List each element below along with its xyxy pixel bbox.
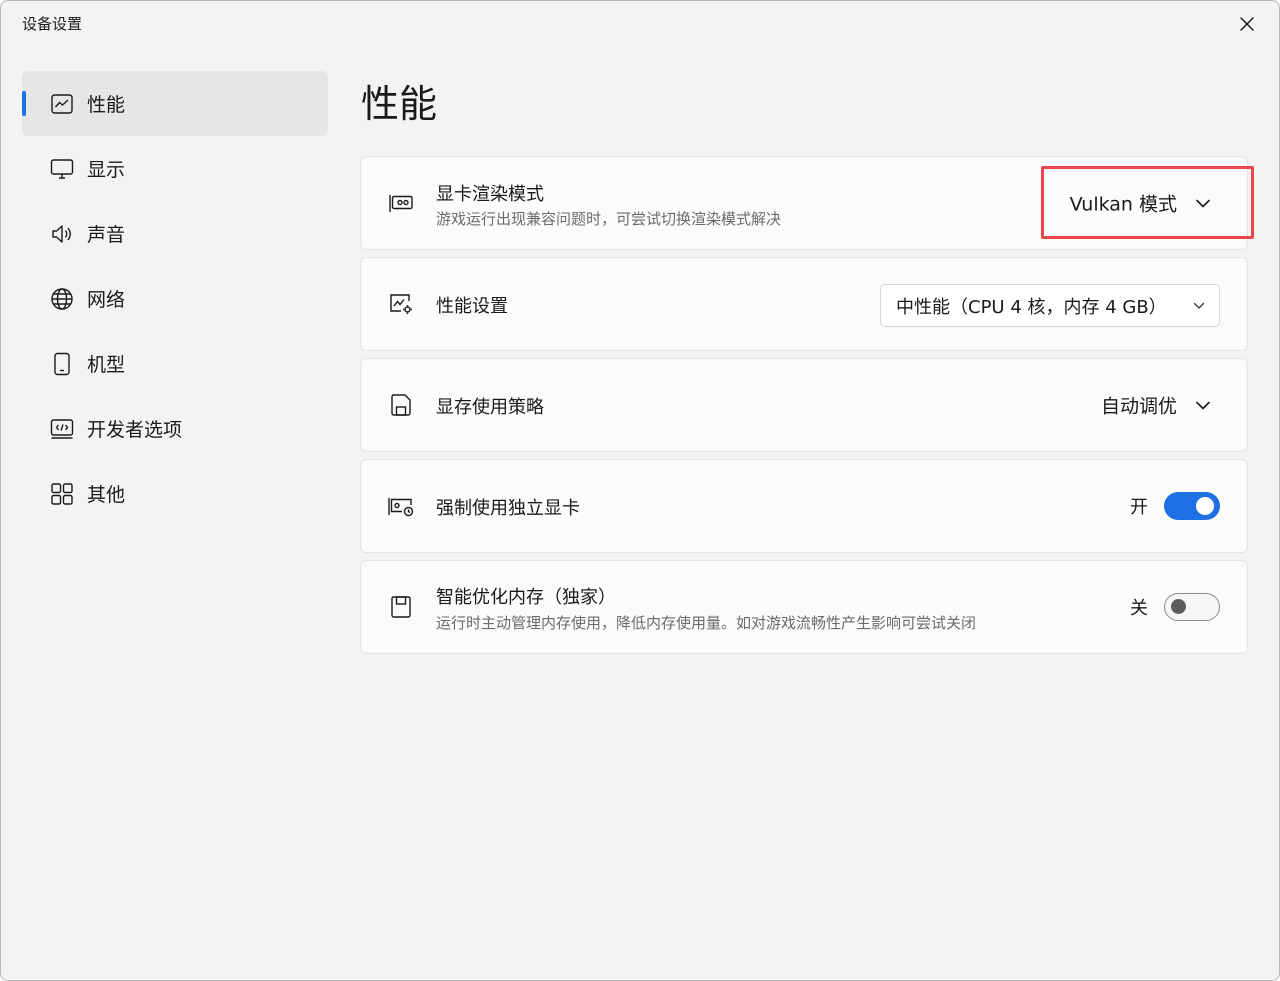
dropdown-value: 自动调优	[1100, 395, 1177, 418]
chevron-down-icon	[1196, 401, 1210, 409]
sidebar-item-other[interactable]: 其他	[22, 461, 328, 526]
card-title: 性能设置	[436, 296, 508, 317]
close-icon	[1240, 17, 1254, 31]
active-indicator	[22, 91, 26, 116]
gpu-clock-icon	[387, 492, 415, 520]
toggle-knob	[1196, 497, 1214, 515]
gpu-card-icon	[387, 189, 415, 217]
sidebar-item-display[interactable]: 显示	[22, 136, 328, 201]
sidebar-item-label: 开发者选项	[87, 419, 183, 441]
sidebar-item-label: 其他	[87, 484, 126, 506]
settings-window: 设备设置 性能 显示 声音 网络 机型 开发者选项 其他 性能 显卡渲染模式 游…	[0, 0, 1280, 981]
sidebar-item-label: 声音	[87, 224, 126, 246]
close-button[interactable]	[1229, 9, 1265, 39]
grid-icon	[49, 481, 75, 507]
memory-optimization-toggle[interactable]	[1164, 593, 1220, 621]
window-title: 设备设置	[22, 15, 83, 33]
card-subtitle: 运行时主动管理内存使用，降低内存使用量。如对游戏流畅性产生影响可尝试关闭	[436, 614, 977, 632]
performance-settings-icon	[387, 290, 415, 318]
phone-icon	[49, 351, 75, 377]
card-title: 显存使用策略	[436, 397, 544, 418]
highlight-box	[1041, 166, 1254, 239]
vram-strategy-card: 显存使用策略 自动调优	[360, 358, 1248, 452]
speaker-icon	[49, 221, 75, 247]
card-title: 显卡渲染模式	[436, 184, 544, 205]
memory-disk-icon	[387, 593, 415, 621]
sidebar-item-label: 显示	[87, 159, 126, 181]
vram-strategy-dropdown[interactable]: 自动调优	[1101, 392, 1211, 419]
sidebar-item-performance[interactable]: 性能	[22, 71, 328, 136]
discrete-gpu-card: 强制使用独立显卡 开	[360, 459, 1248, 553]
toggle-knob	[1171, 599, 1186, 614]
performance-level-select[interactable]: 中性能（CPU 4 核，内存 4 GB）	[880, 284, 1220, 327]
save-disk-icon	[387, 391, 415, 419]
card-subtitle: 游戏运行出现兼容问题时，可尝试切换渲染模式解决	[436, 210, 782, 228]
sidebar-item-label: 网络	[87, 289, 126, 311]
dropdown-value: 中性能（CPU 4 核，内存 4 GB）	[896, 296, 1167, 318]
sidebar-item-network[interactable]: 网络	[22, 266, 328, 331]
discrete-gpu-toggle[interactable]	[1164, 492, 1220, 520]
performance-settings-card: 性能设置 中性能（CPU 4 核，内存 4 GB）	[360, 257, 1248, 351]
memory-optimization-toggle-group: 关	[1130, 593, 1220, 621]
toggle-state-label: 关	[1130, 598, 1148, 619]
sidebar-item-sound[interactable]: 声音	[22, 201, 328, 266]
memory-optimization-card: 智能优化内存（独家） 运行时主动管理内存使用，降低内存使用量。如对游戏流畅性产生…	[360, 560, 1248, 654]
code-icon	[49, 416, 75, 442]
discrete-gpu-toggle-group: 开	[1130, 492, 1220, 520]
performance-chart-icon	[49, 91, 75, 117]
sidebar-item-developer-options[interactable]: 开发者选项	[22, 396, 328, 461]
title-bar: 设备设置	[1, 1, 1279, 45]
globe-icon	[49, 286, 75, 312]
chevron-down-icon	[1193, 302, 1205, 309]
card-title: 智能优化内存（独家）	[436, 587, 616, 608]
toggle-state-label: 开	[1130, 497, 1148, 518]
page-title: 性能	[361, 82, 438, 126]
sidebar-item-label: 性能	[87, 94, 126, 116]
card-title: 强制使用独立显卡	[436, 498, 580, 519]
monitor-icon	[49, 156, 75, 182]
sidebar-item-model[interactable]: 机型	[22, 331, 328, 396]
sidebar-item-label: 机型	[87, 354, 126, 376]
sidebar: 性能 显示 声音 网络 机型 开发者选项 其他	[22, 71, 328, 526]
